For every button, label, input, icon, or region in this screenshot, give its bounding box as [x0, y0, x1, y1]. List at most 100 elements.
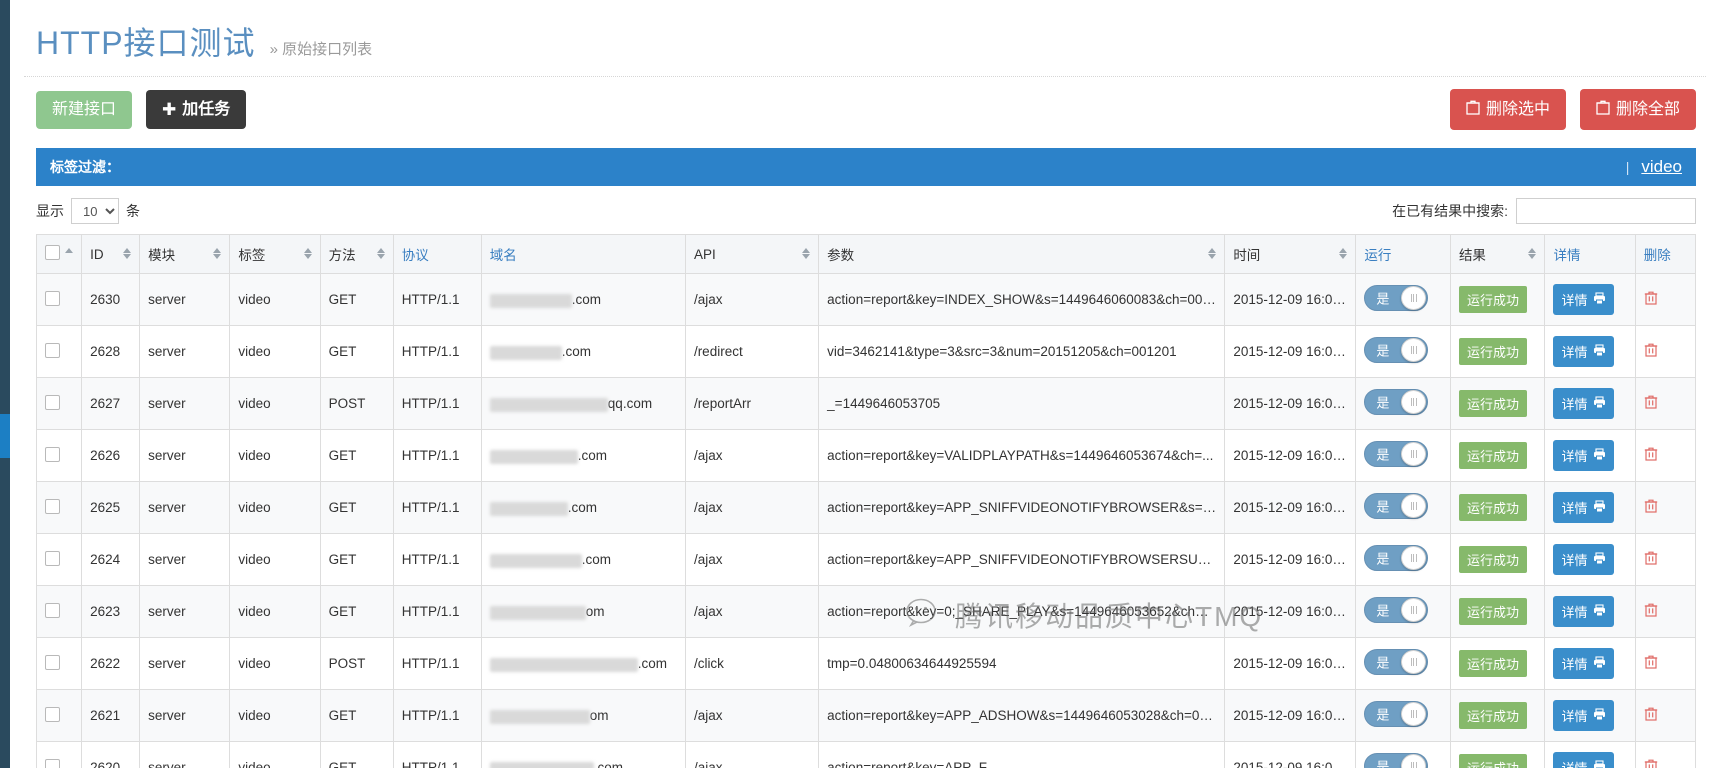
cell-select[interactable] — [35, 273, 83, 326]
th-id[interactable]: ID — [81, 234, 141, 274]
row-checkbox[interactable] — [45, 602, 60, 618]
cell-select[interactable] — [35, 585, 83, 638]
cell-delete[interactable] — [1634, 533, 1697, 586]
run-toggle[interactable]: 是 — [1364, 493, 1429, 519]
cell-run[interactable]: 是 — [1355, 533, 1451, 586]
row-checkbox[interactable] — [45, 706, 60, 722]
cell-select[interactable] — [35, 689, 83, 742]
th-domain[interactable]: 域名 — [480, 234, 686, 274]
detail-button[interactable]: 详情 — [1553, 596, 1614, 627]
cell-run[interactable]: 是 — [1355, 325, 1451, 378]
th-module[interactable]: 模块 — [139, 234, 231, 274]
trash-icon[interactable] — [1644, 759, 1658, 768]
cell-select[interactable] — [35, 637, 83, 690]
th-time[interactable]: 时间 — [1224, 234, 1357, 274]
detail-button[interactable]: 详情 — [1553, 648, 1614, 679]
trash-icon[interactable] — [1644, 707, 1658, 725]
sort-icon[interactable] — [65, 247, 74, 261]
cell-delete[interactable] — [1634, 481, 1697, 534]
run-toggle[interactable]: 是 — [1364, 337, 1429, 363]
page-length-select[interactable]: 10 — [71, 198, 119, 224]
cell-delete[interactable] — [1634, 429, 1697, 482]
row-checkbox[interactable] — [45, 394, 60, 410]
detail-button[interactable]: 详情 — [1553, 752, 1614, 768]
row-checkbox[interactable] — [45, 498, 60, 514]
sort-icon[interactable] — [213, 247, 222, 261]
cell-detail[interactable]: 详情 — [1544, 533, 1636, 586]
run-toggle[interactable]: 是 — [1364, 545, 1429, 571]
cell-select[interactable] — [35, 325, 83, 378]
add-task-button[interactable]: ✚ 加任务 — [146, 90, 247, 129]
detail-button[interactable]: 详情 — [1553, 284, 1614, 315]
trash-icon[interactable] — [1644, 499, 1658, 517]
run-toggle[interactable]: 是 — [1364, 389, 1429, 415]
detail-button[interactable]: 详情 — [1553, 492, 1614, 523]
th-params[interactable]: 参数 — [818, 234, 1226, 274]
th-run[interactable]: 运行 — [1355, 234, 1451, 274]
row-checkbox[interactable] — [45, 446, 60, 462]
cell-detail[interactable]: 详情 — [1544, 325, 1636, 378]
sort-icon[interactable] — [376, 247, 386, 261]
cell-select[interactable] — [35, 533, 83, 586]
select-all-checkbox[interactable] — [45, 245, 60, 260]
cell-delete[interactable] — [1634, 689, 1697, 742]
row-checkbox[interactable] — [45, 290, 60, 306]
run-toggle[interactable]: 是 — [1364, 597, 1429, 623]
th-select-all[interactable] — [35, 234, 83, 274]
run-toggle[interactable]: 是 — [1364, 753, 1429, 768]
cell-run[interactable]: 是 — [1355, 429, 1451, 482]
detail-button[interactable]: 详情 — [1553, 700, 1614, 731]
trash-icon[interactable] — [1644, 603, 1658, 621]
cell-run[interactable]: 是 — [1355, 585, 1451, 638]
cell-delete[interactable] — [1634, 325, 1697, 378]
cell-run[interactable]: 是 — [1355, 689, 1451, 742]
new-interface-button[interactable]: 新建接口 — [36, 90, 133, 129]
cell-delete[interactable] — [1634, 637, 1697, 690]
cell-select[interactable] — [35, 741, 83, 768]
run-toggle[interactable]: 是 — [1364, 285, 1429, 311]
row-checkbox[interactable] — [45, 758, 60, 768]
cell-detail[interactable]: 详情 — [1544, 273, 1636, 326]
trash-icon[interactable] — [1644, 291, 1658, 309]
th-result[interactable]: 结果 — [1449, 234, 1546, 274]
trash-icon[interactable] — [1644, 655, 1658, 673]
th-delete[interactable]: 删除 — [1634, 234, 1697, 274]
row-checkbox[interactable] — [45, 550, 60, 566]
cell-select[interactable] — [35, 377, 83, 430]
cell-detail[interactable]: 详情 — [1544, 741, 1636, 768]
row-checkbox[interactable] — [45, 654, 60, 670]
th-detail[interactable]: 详情 — [1544, 234, 1636, 274]
sort-icon[interactable] — [1208, 247, 1217, 261]
cell-run[interactable]: 是 — [1355, 741, 1451, 768]
sort-icon[interactable] — [123, 247, 132, 261]
run-toggle[interactable]: 是 — [1364, 649, 1429, 675]
filter-tag-video[interactable]: video — [1641, 157, 1682, 177]
cell-detail[interactable]: 详情 — [1544, 689, 1636, 742]
cell-run[interactable]: 是 — [1355, 637, 1451, 690]
detail-button[interactable]: 详情 — [1553, 336, 1614, 367]
trash-icon[interactable] — [1644, 447, 1658, 465]
th-api[interactable]: API — [684, 234, 820, 274]
detail-button[interactable]: 详情 — [1553, 440, 1614, 471]
search-input[interactable] — [1516, 198, 1696, 224]
th-protocol[interactable]: 协议 — [392, 234, 482, 274]
cell-detail[interactable]: 详情 — [1544, 585, 1636, 638]
cell-run[interactable]: 是 — [1355, 273, 1451, 326]
cell-detail[interactable]: 详情 — [1544, 481, 1636, 534]
cell-detail[interactable]: 详情 — [1544, 429, 1636, 482]
cell-delete[interactable] — [1634, 741, 1697, 768]
delete-selected-button[interactable]: 删除选中 — [1449, 89, 1566, 130]
th-tag[interactable]: 标签 — [229, 234, 321, 274]
cell-select[interactable] — [35, 481, 83, 534]
sort-icon[interactable] — [1528, 247, 1537, 261]
sort-icon[interactable] — [1339, 247, 1348, 261]
cell-delete[interactable] — [1634, 377, 1697, 430]
sort-icon[interactable] — [303, 247, 313, 261]
cell-delete[interactable] — [1634, 585, 1697, 638]
cell-select[interactable] — [35, 429, 83, 482]
cell-run[interactable]: 是 — [1355, 377, 1451, 430]
trash-icon[interactable] — [1644, 395, 1658, 413]
cell-detail[interactable]: 详情 — [1544, 637, 1636, 690]
run-toggle[interactable]: 是 — [1364, 441, 1429, 467]
cell-run[interactable]: 是 — [1355, 481, 1451, 534]
